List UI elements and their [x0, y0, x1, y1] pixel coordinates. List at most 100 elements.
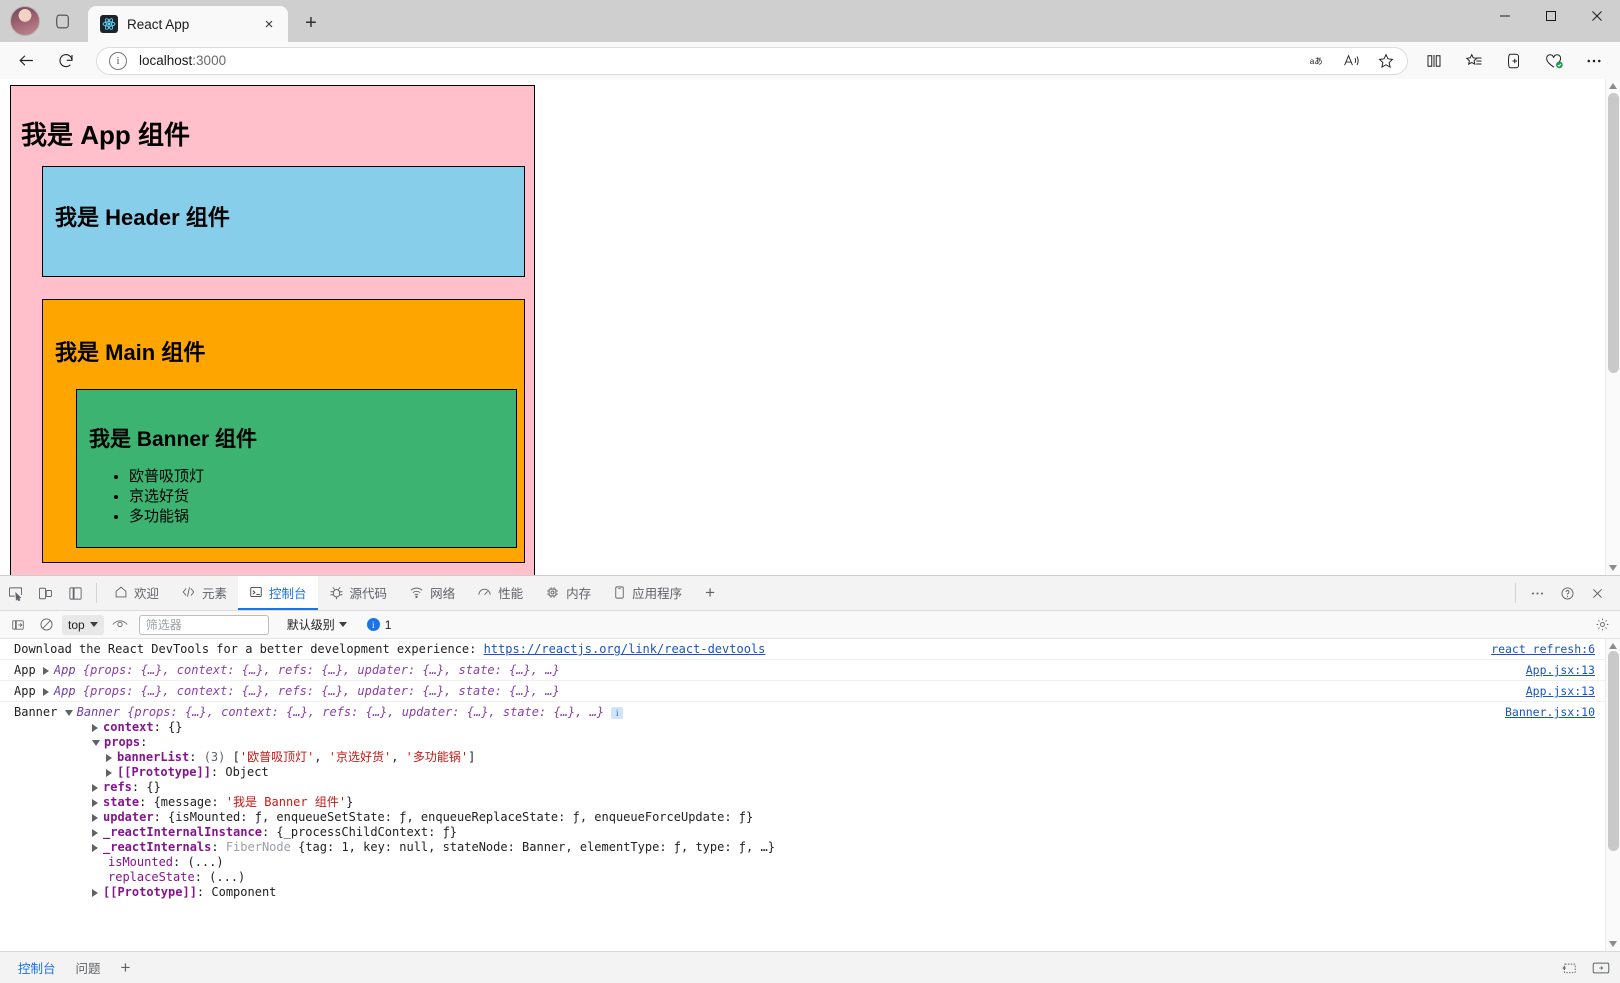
tab-sources[interactable]: 源代码	[318, 576, 399, 610]
console-scrollbar[interactable]	[1605, 639, 1620, 951]
source-link[interactable]: react refresh:6	[1491, 642, 1595, 657]
source-link[interactable]: App.jsx:13	[1526, 684, 1595, 699]
eye-icon[interactable]	[108, 614, 132, 636]
back-icon[interactable]	[9, 46, 43, 76]
dock-side-icon[interactable]	[60, 576, 90, 610]
tree-row-ismounted[interactable]: isMounted: (...)	[0, 855, 1605, 870]
expand-triangle-icon[interactable]	[106, 769, 112, 777]
screencast-icon[interactable]	[1590, 958, 1612, 978]
tree-row-refs[interactable]: refs: {}	[0, 780, 1605, 795]
expand-triangle-icon[interactable]	[92, 784, 98, 792]
split-screen-icon[interactable]	[1417, 46, 1451, 76]
close-icon[interactable]	[1582, 583, 1612, 604]
tree-row-props[interactable]: props:	[0, 735, 1605, 750]
tab-performance[interactable]: 性能	[466, 576, 534, 610]
console-message-app-1[interactable]: App App {props: {…}, context: {…}, refs:…	[0, 660, 1605, 681]
tree-row-state[interactable]: state: {message: '我是 Banner 组件'}	[0, 795, 1605, 810]
tree-row-props-prototype[interactable]: [[Prototype]]: Object	[0, 765, 1605, 780]
browser-tab[interactable]: React App ×	[88, 6, 288, 42]
expand-triangle-icon[interactable]	[92, 799, 98, 807]
object-class: Banner	[77, 705, 120, 719]
scroll-down-icon[interactable]	[1609, 565, 1617, 571]
browser-essentials-icon[interactable]	[1537, 46, 1571, 76]
close-button[interactable]	[1574, 0, 1620, 32]
console-scrollbar-thumb[interactable]	[1608, 651, 1619, 851]
drawer-tab-issues[interactable]: 问题	[66, 958, 111, 977]
tab-network[interactable]: 网络	[398, 576, 466, 610]
help-icon[interactable]	[1552, 583, 1582, 604]
add-panel-button[interactable]: +	[693, 576, 727, 610]
state-suffix: }	[346, 795, 353, 809]
drawer-tab-console[interactable]: 控制台	[8, 958, 66, 977]
tab-memory[interactable]: 内存	[534, 576, 602, 610]
property-key: state	[103, 795, 139, 809]
workspaces-icon[interactable]	[48, 6, 78, 36]
source-link[interactable]: App.jsx:13	[1526, 663, 1595, 678]
property-key: [[Prototype]]	[117, 765, 211, 779]
tree-row-updater[interactable]: updater: {isMounted: ƒ, enqueueSetState:…	[0, 810, 1605, 825]
collections-icon[interactable]	[1457, 46, 1491, 76]
read-aloud-icon[interactable]	[1337, 49, 1367, 73]
tree-row-context[interactable]: context: {}	[0, 720, 1605, 735]
tree-row-bannerlist[interactable]: bannerList: (3) ['欧普吸顶灯', '京选好货', '多功能锅'…	[0, 750, 1605, 765]
address-bar[interactable]: i localhost:3000 aあ	[96, 47, 1408, 75]
device-toolbar-icon[interactable]	[30, 576, 60, 610]
expand-triangle-icon[interactable]	[92, 814, 98, 822]
expand-triangle-icon[interactable]	[92, 724, 98, 732]
more-options-icon[interactable]	[1522, 583, 1552, 604]
property-value: {}	[168, 720, 182, 734]
console-message-banner[interactable]: Banner Banner {props: {…}, context: {…},…	[0, 702, 1605, 720]
collapse-triangle-icon[interactable]	[65, 710, 73, 716]
console-message-app-2[interactable]: App App {props: {…}, context: {…}, refs:…	[0, 681, 1605, 702]
source-link[interactable]: Banner.jsx:10	[1505, 705, 1595, 720]
info-count-badge[interactable]: i 1	[367, 618, 392, 632]
scroll-down-icon[interactable]	[1609, 941, 1617, 947]
console-filter-input[interactable]: 筛选器	[139, 615, 269, 635]
reload-icon[interactable]	[49, 46, 83, 76]
expand-triangle-icon[interactable]	[43, 667, 49, 675]
main-title: 我是 Main 组件	[55, 335, 512, 367]
tree-row-prototype[interactable]: [[Prototype]]: Component	[0, 885, 1605, 900]
collapse-triangle-icon[interactable]	[92, 740, 100, 746]
inspect-element-icon[interactable]	[0, 576, 30, 610]
expand-triangle-icon[interactable]	[106, 754, 112, 762]
maximize-button[interactable]	[1528, 0, 1574, 32]
scroll-up-icon[interactable]	[1609, 83, 1617, 89]
scroll-up-icon[interactable]	[1609, 643, 1617, 649]
tree-row-react-internals[interactable]: _reactInternals: FiberNode {tag: 1, key:…	[0, 840, 1605, 855]
favorite-star-icon[interactable]	[1371, 49, 1401, 73]
console-filterbar: top 筛选器 默认级别 i 1	[0, 611, 1620, 639]
expand-triangle-icon[interactable]	[43, 688, 49, 696]
profile-avatar[interactable]	[10, 6, 40, 36]
more-options-icon[interactable]	[1577, 46, 1611, 76]
page-scrollbar-thumb[interactable]	[1608, 93, 1619, 373]
tab-welcome[interactable]: 欢迎	[103, 576, 170, 610]
drawer-add-button[interactable]: +	[111, 958, 141, 978]
expand-triangle-icon[interactable]	[92, 829, 98, 837]
add-tab-group-icon[interactable]	[1497, 46, 1531, 76]
new-tab-button[interactable]: +	[296, 8, 326, 38]
page-scrollbar[interactable]	[1605, 79, 1620, 575]
minimize-button[interactable]	[1482, 0, 1528, 32]
url-text: localhost:3000	[139, 53, 226, 68]
tab-console[interactable]: 控制台	[238, 576, 318, 610]
clear-console-icon[interactable]	[34, 614, 58, 636]
site-info-icon[interactable]: i	[109, 52, 127, 70]
info-badge-icon[interactable]: i	[611, 707, 623, 719]
tree-row-replacestate[interactable]: replaceState: (...)	[0, 870, 1605, 885]
expand-triangle-icon[interactable]	[92, 844, 98, 852]
dock-bottom-icon[interactable]	[1558, 958, 1580, 978]
expand-triangle-icon[interactable]	[92, 889, 98, 897]
console-sidebar-icon[interactable]	[6, 614, 30, 636]
tab-elements[interactable]: 元素	[170, 576, 238, 610]
context-selector[interactable]: top	[62, 615, 104, 635]
tree-row-react-internal-instance[interactable]: _reactInternalInstance: {_processChildCo…	[0, 825, 1605, 840]
translate-icon[interactable]: aあ	[1303, 49, 1333, 73]
settings-gear-icon[interactable]	[1590, 614, 1614, 636]
property-value: (...)	[209, 870, 245, 884]
tab-application[interactable]: 应用程序	[602, 576, 693, 610]
tab-close-icon[interactable]: ×	[258, 13, 280, 35]
react-devtools-link[interactable]: https://reactjs.org/link/react-devtools	[484, 642, 766, 656]
console-output[interactable]: Download the React DevTools for a better…	[0, 639, 1620, 951]
log-level-selector[interactable]: 默认级别	[287, 616, 347, 633]
